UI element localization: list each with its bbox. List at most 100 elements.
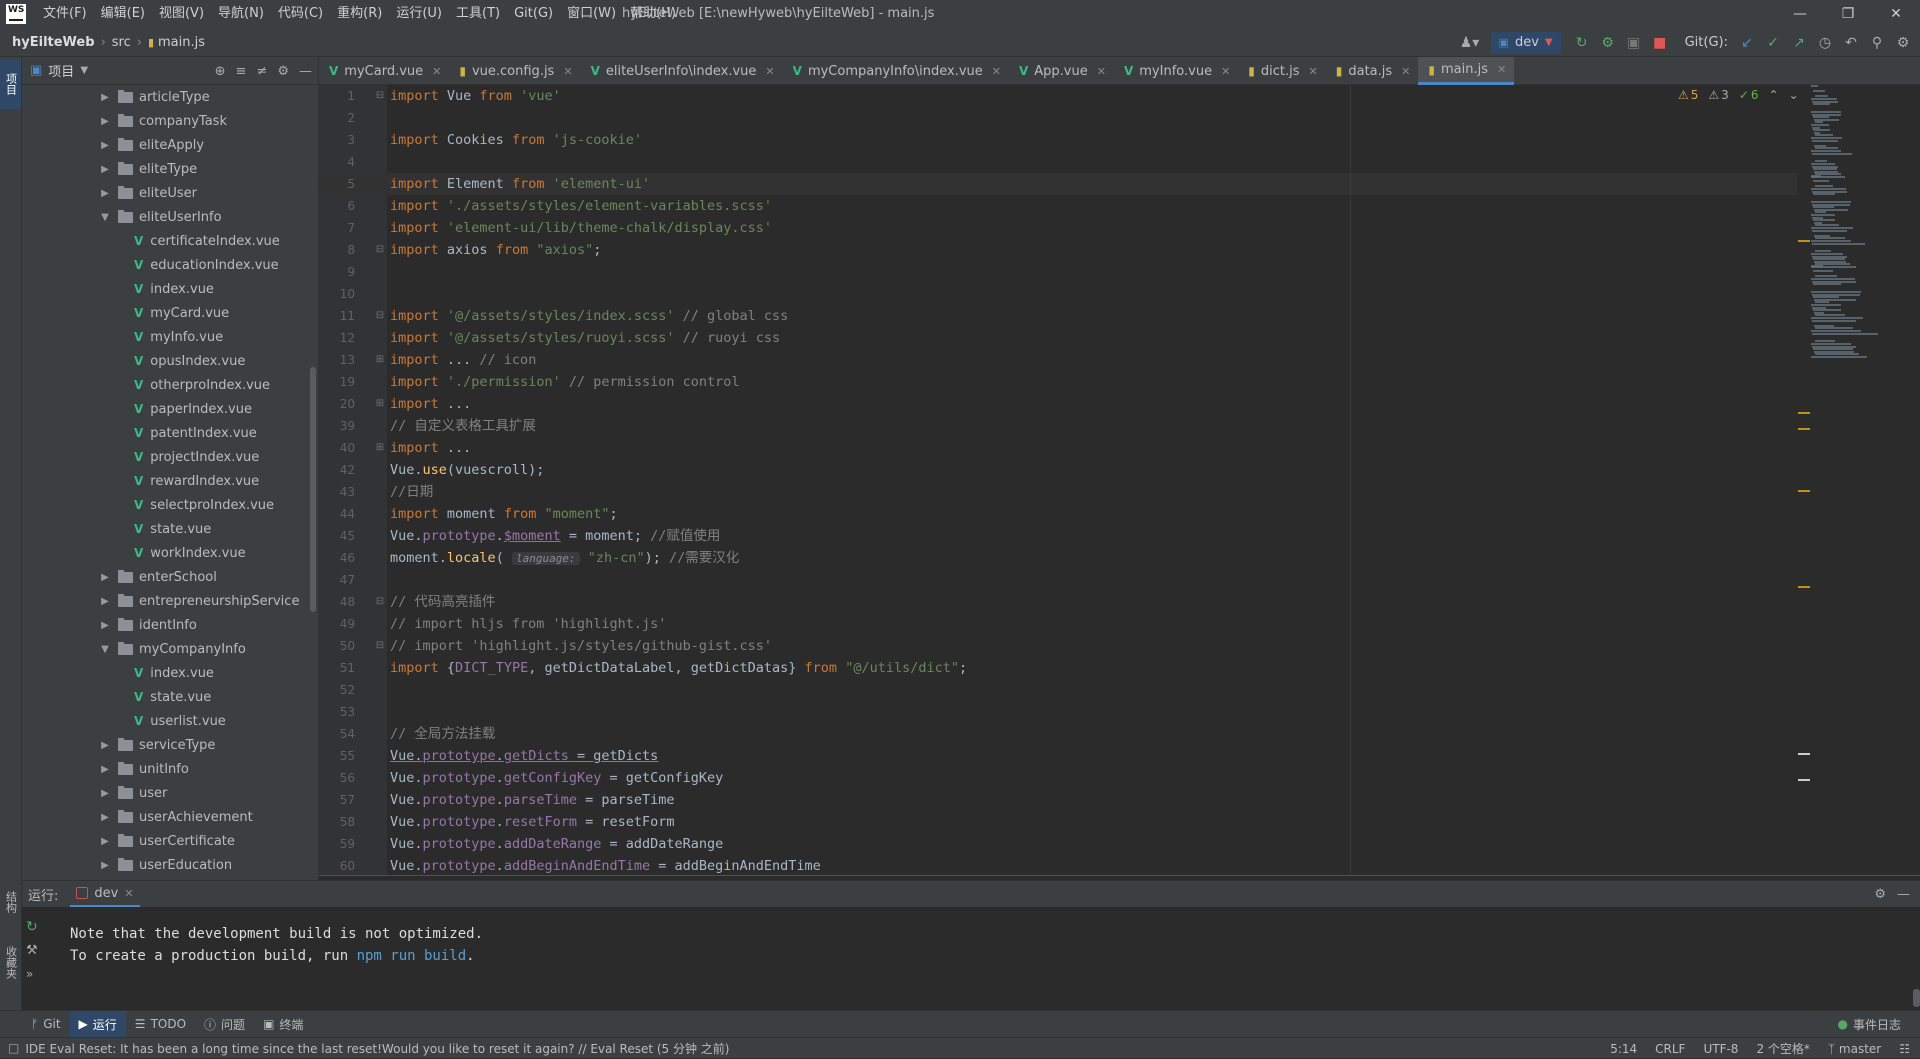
tree-folder[interactable]: ▶ unitInfo — [22, 757, 318, 781]
gear-icon[interactable]: ⚙ — [277, 64, 289, 79]
warning-marker[interactable] — [1798, 490, 1810, 492]
code-line[interactable]: import Element from 'element-ui' — [387, 173, 1797, 195]
chevron-right-icon[interactable]: ▶ — [98, 764, 112, 775]
close-icon[interactable]: ✕ — [1497, 63, 1506, 76]
chevron-down-icon[interactable]: ▼ — [98, 212, 112, 223]
user-icon[interactable]: ♟▾ — [1459, 32, 1481, 54]
chevron-right-icon[interactable]: ▶ — [98, 836, 112, 847]
code-line[interactable] — [387, 261, 1797, 283]
breadcrumb-project[interactable]: hyEilteWeb — [12, 35, 95, 50]
chevron-down-icon[interactable]: ▼ — [98, 644, 112, 655]
breadcrumb-file[interactable]: main.js — [158, 35, 205, 50]
close-icon[interactable]: ✕ — [992, 65, 1001, 78]
menu-item[interactable]: 运行(U) — [389, 0, 449, 28]
editor-tab[interactable]: VeliteUserInfo\index.vue ✕ — [581, 57, 783, 85]
tree-folder[interactable]: ▶ eliteApply — [22, 133, 318, 157]
fold-marker-icon[interactable]: ⊟ — [373, 591, 387, 613]
editor-tab[interactable]: VmyCard.vue ✕ — [319, 57, 449, 85]
structure-tool-tab[interactable]: 结构 — [0, 877, 21, 927]
stop-icon[interactable]: ■ — [1649, 32, 1671, 54]
editor-tab[interactable]: ▮ vue.config.js ✕ — [449, 57, 580, 85]
menu-item[interactable]: 工具(T) — [449, 0, 507, 28]
editor-tab[interactable]: VmyCompanyInfo\index.vue ✕ — [783, 57, 1009, 85]
chevron-right-icon[interactable]: ▶ — [98, 620, 112, 631]
chevron-right-icon[interactable]: ▶ — [98, 164, 112, 175]
close-icon[interactable]: ✕ — [563, 65, 572, 78]
tree-file[interactable]: Vindex.vue — [22, 277, 318, 301]
menu-item[interactable]: 代码(C) — [271, 0, 330, 28]
run-output[interactable]: Note that the development build is not o… — [70, 923, 483, 967]
tree-file[interactable]: VmyCard.vue — [22, 301, 318, 325]
fold-marker-icon[interactable]: ⊞ — [373, 437, 387, 459]
chevron-right-icon[interactable]: ▶ — [98, 740, 112, 751]
tree-folder[interactable]: ▶ companyTask — [22, 109, 318, 133]
code-line[interactable]: import Vue from 'vue' — [387, 85, 1797, 107]
tree-folder[interactable]: ▶ eliteType — [22, 157, 318, 181]
minimap[interactable] — [1805, 85, 1915, 875]
chevron-right-icon[interactable]: ▶ — [98, 788, 112, 799]
code-line[interactable] — [387, 679, 1797, 701]
tool-tab[interactable]: ᚠ Git — [22, 1011, 70, 1038]
debug-icon[interactable]: ⚙ — [1597, 32, 1619, 54]
tool-tab[interactable]: ▶ 运行 — [69, 1010, 126, 1038]
settings-icon[interactable]: ⚙ — [1892, 32, 1914, 54]
more-icon[interactable]: » — [26, 967, 33, 981]
indent-setting[interactable]: 2 个空格* — [1756, 1040, 1809, 1057]
code-line[interactable]: import moment from "moment"; — [387, 503, 1797, 525]
rerun-icon[interactable]: ↻ — [1571, 32, 1593, 54]
warning-marker[interactable] — [1798, 586, 1810, 588]
code-line[interactable]: //日期 — [387, 481, 1797, 503]
code-line[interactable]: Vue.prototype.getConfigKey = getConfigKe… — [387, 767, 1797, 789]
code-line[interactable]: Vue.prototype.addBeginAndEndTime = addBe… — [387, 855, 1797, 875]
code-line[interactable]: import '@/assets/styles/ruoyi.scss' // r… — [387, 327, 1797, 349]
tree-file[interactable]: Vuserlist.vue — [22, 709, 318, 733]
run-scrollbar[interactable] — [1913, 989, 1920, 1007]
favorites-tool-tab[interactable]: 收藏夹 — [0, 937, 21, 987]
code-line[interactable] — [387, 107, 1797, 129]
git-push-icon[interactable]: ↗ — [1788, 32, 1810, 54]
chevron-down-icon[interactable]: ⌄ — [1789, 88, 1799, 102]
code-line[interactable]: // 全局方法挂载 — [387, 723, 1797, 745]
code-line[interactable]: Vue.prototype.parseTime = parseTime — [387, 789, 1797, 811]
chevron-up-icon[interactable]: ⌃ — [1769, 88, 1779, 102]
event-log-button[interactable]: ● 事件日志 — [1829, 1011, 1911, 1038]
menu-item[interactable]: 文件(F) — [36, 0, 94, 28]
status-message[interactable]: IDE Eval Reset: It has been a long time … — [25, 1040, 729, 1057]
info-marker[interactable] — [1798, 753, 1810, 755]
editor-tab[interactable]: ▮ data.js ✕ — [1326, 57, 1419, 85]
fold-marker-icon[interactable]: ⊟ — [373, 85, 387, 107]
fold-marker-icon[interactable]: ⊞ — [373, 393, 387, 415]
chevron-down-icon[interactable]: ▼ — [80, 65, 88, 76]
project-scrollbar[interactable] — [310, 367, 316, 612]
code-line[interactable] — [387, 701, 1797, 723]
tree-file[interactable]: VcertificateIndex.vue — [22, 229, 318, 253]
chevron-right-icon[interactable]: ▶ — [98, 572, 112, 583]
coverage-icon[interactable]: ▣ — [1623, 32, 1645, 54]
code-line[interactable]: import {DICT_TYPE, getDictDataLabel, get… — [387, 657, 1797, 679]
git-commit-icon[interactable]: ✓ — [1762, 32, 1784, 54]
inspection-widget[interactable]: ⚠ 5 ⚠ 3 ✓ 6 ⌃ ⌄ — [1678, 88, 1799, 102]
tree-file[interactable]: Vstate.vue — [22, 517, 318, 541]
restore-icon[interactable]: ❐ — [1824, 0, 1872, 28]
menu-item[interactable]: 编辑(E) — [94, 0, 152, 28]
menu-item[interactable]: 视图(V) — [152, 0, 211, 28]
tree-folder[interactable]: ▼ eliteUserInfo — [22, 205, 318, 229]
run-tab-dev[interactable]: dev ✕ — [70, 881, 140, 907]
git-branch[interactable]: ᛉ master — [1828, 1042, 1881, 1056]
close-icon[interactable]: ✕ — [1097, 65, 1106, 78]
warning-marker[interactable] — [1798, 428, 1810, 430]
lock-icon[interactable]: ☷ — [1899, 1042, 1910, 1056]
tree-folder[interactable]: ▶ eliteUser — [22, 181, 318, 205]
code-line[interactable]: import './permission' // permission cont… — [387, 371, 1797, 393]
tree-file[interactable]: Vstate.vue — [22, 685, 318, 709]
file-encoding[interactable]: UTF-8 — [1703, 1042, 1738, 1056]
tool-tab[interactable]: ▣ 终端 — [254, 1011, 312, 1038]
close-icon[interactable]: ✕ — [1872, 0, 1920, 28]
chevron-right-icon[interactable]: ▶ — [98, 140, 112, 151]
tree-file[interactable]: VworkIndex.vue — [22, 541, 318, 565]
close-icon[interactable]: ✕ — [124, 887, 133, 900]
code-line[interactable]: import ... — [387, 437, 1797, 459]
tree-file[interactable]: VpaperIndex.vue — [22, 397, 318, 421]
line-separator[interactable]: CRLF — [1655, 1042, 1685, 1056]
warning-marker[interactable] — [1798, 240, 1810, 242]
